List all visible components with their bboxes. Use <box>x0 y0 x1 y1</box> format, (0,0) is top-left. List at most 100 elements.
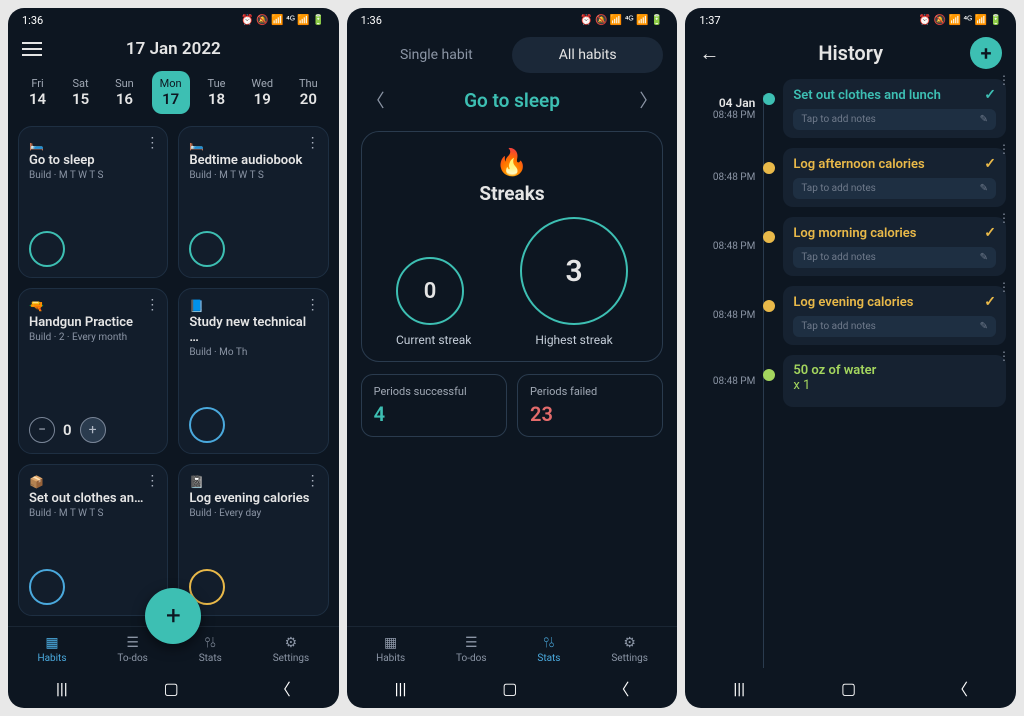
day-15[interactable]: Sat15 <box>64 71 97 114</box>
day-20[interactable]: Thu20 <box>291 71 326 114</box>
notes-field[interactable]: Tap to add notes✎ <box>793 316 996 337</box>
periods-success-value: 4 <box>374 402 494 426</box>
more-icon[interactable]: ⋮ <box>306 297 320 313</box>
recents-button[interactable]: ||| <box>56 679 68 698</box>
day-19[interactable]: Wed19 <box>243 71 281 114</box>
streaks-card: 🔥 Streaks 0 Current streak 3 Highest str… <box>361 131 664 362</box>
day-18[interactable]: Tue18 <box>200 71 234 114</box>
day-14[interactable]: Fri14 <box>21 71 54 114</box>
check-icon: ✓ <box>984 87 996 103</box>
habit-emoji: 🛏️ <box>29 137 157 151</box>
nav-icon: ☰ <box>117 635 147 651</box>
periods-fail-card: Periods failed 23 <box>517 374 663 437</box>
prev-habit-icon[interactable]: 〈 <box>367 87 385 113</box>
back-button[interactable]: 〈 <box>275 676 291 700</box>
history-card[interactable]: ⋮Log evening calories✓Tap to add notes✎ <box>783 286 1006 345</box>
habit-emoji: 🔫 <box>29 299 157 313</box>
timeline-dot <box>763 162 775 174</box>
history-title: Log evening calories✓ <box>793 294 996 310</box>
page-title: History <box>818 41 883 65</box>
habit-card[interactable]: ⋮🔫Handgun PracticeBuild · 2 · Every mont… <box>18 288 168 455</box>
nav-to-dos[interactable]: ☰To-dos <box>117 635 147 664</box>
history-item: 04 Jan08:48 PM⋮Set out clothes and lunch… <box>693 79 1006 138</box>
more-icon[interactable]: ⋮ <box>998 349 1010 363</box>
completion-circle[interactable] <box>189 231 225 267</box>
more-icon[interactable]: ⋮ <box>145 135 159 151</box>
more-icon[interactable]: ⋮ <box>306 473 320 489</box>
check-icon: ✓ <box>984 156 996 172</box>
more-icon[interactable]: ⋮ <box>998 73 1010 87</box>
tab-all-habits[interactable]: All habits <box>512 37 663 73</box>
more-icon[interactable]: ⋮ <box>145 297 159 313</box>
tab-single-habit[interactable]: Single habit <box>361 37 512 73</box>
status-time: 1:36 <box>22 14 43 27</box>
habit-card[interactable]: ⋮🛏️ Go to sleep Build · M T W T S <box>18 126 168 278</box>
completion-circle[interactable] <box>189 407 225 443</box>
completion-circle[interactable] <box>29 569 65 605</box>
more-icon[interactable]: ⋮ <box>998 211 1010 225</box>
android-nav-bar: ||| ▢ 〈 <box>8 668 339 708</box>
recents-button[interactable]: ||| <box>395 679 407 698</box>
habit-title: Bedtime audiobook <box>189 153 317 168</box>
habit-subtitle: Build · 2 · Every month <box>29 332 157 343</box>
nav-stats[interactable]: ⫯⫰Stats <box>199 635 222 664</box>
history-card[interactable]: ⋮Log morning calories✓Tap to add notes✎ <box>783 217 1006 276</box>
completion-circle[interactable] <box>29 231 65 267</box>
notes-field[interactable]: Tap to add notes✎ <box>793 178 996 199</box>
nav-settings[interactable]: ⚙Settings <box>273 635 310 664</box>
habit-subtitle: Build · M T W T S <box>29 170 157 181</box>
more-icon[interactable]: ⋮ <box>145 473 159 489</box>
nav-habits[interactable]: ▦Habits <box>37 635 66 664</box>
notes-field[interactable]: Tap to add notes✎ <box>793 247 996 268</box>
home-button[interactable]: ▢ <box>164 679 179 698</box>
pencil-icon: ✎ <box>980 114 988 125</box>
menu-icon[interactable] <box>22 42 42 56</box>
periods-fail-value: 23 <box>530 402 650 426</box>
check-icon: ✓ <box>984 225 996 241</box>
more-icon[interactable]: ⋮ <box>998 280 1010 294</box>
home-button[interactable]: ▢ <box>502 679 517 698</box>
flame-icon: 🔥 <box>372 148 653 178</box>
nav-to-dos[interactable]: ☰To-dos <box>456 635 486 664</box>
add-button[interactable]: + <box>970 37 1002 69</box>
add-button[interactable]: + <box>145 588 201 644</box>
header: ← History + <box>685 33 1016 73</box>
back-button[interactable]: 〈 <box>613 676 629 700</box>
habit-card[interactable]: ⋮📘Study new technical …Build · Mo Th <box>178 288 328 455</box>
more-icon[interactable]: ⋮ <box>998 142 1010 156</box>
plus-button[interactable]: + <box>80 417 106 443</box>
habit-subtitle: Build · Every day <box>189 508 317 519</box>
status-time: 1:36 <box>361 14 382 27</box>
nav-stats[interactable]: ⫯⫰Stats <box>537 635 560 664</box>
nav-settings[interactable]: ⚙Settings <box>611 635 648 664</box>
home-button[interactable]: ▢ <box>841 679 856 698</box>
highest-streak-label: Highest streak <box>520 333 628 347</box>
habit-title: Study new technical … <box>189 315 317 345</box>
counter-value: 0 <box>63 421 72 439</box>
history-title: Log morning calories✓ <box>793 225 996 241</box>
notes-field[interactable]: Tap to add notes✎ <box>793 109 996 130</box>
recents-button[interactable]: ||| <box>733 679 745 698</box>
screen-stats: 1:36 ⏰ 🔕 📶 ⁴ᴳ 📶 🔋 Single habitAll habits… <box>347 8 678 708</box>
current-streak-label: Current streak <box>396 333 471 347</box>
history-card[interactable]: ⋮50 oz of waterx 1 <box>783 355 1006 407</box>
habit-card[interactable]: ⋮🛏️Bedtime audiobookBuild · M T W T S <box>178 126 328 278</box>
habit-card[interactable]: ⋮📦Set out clothes an…Build · M T W T S <box>18 464 168 616</box>
history-card[interactable]: ⋮Set out clothes and lunch✓Tap to add no… <box>783 79 1006 138</box>
more-icon[interactable]: ⋮ <box>306 135 320 151</box>
back-icon[interactable]: ← <box>699 41 719 66</box>
habit-emoji: 📓 <box>189 475 317 489</box>
habit-title: Go to sleep <box>29 153 157 168</box>
habit-name: Go to sleep <box>464 89 560 112</box>
habit-card[interactable]: ⋮📓Log evening caloriesBuild · Every day <box>178 464 328 616</box>
nav-habits[interactable]: ▦Habits <box>376 635 405 664</box>
history-card[interactable]: ⋮Log afternoon calories✓Tap to add notes… <box>783 148 1006 207</box>
day-17[interactable]: Mon17 <box>152 71 190 114</box>
nav-icon: ☰ <box>456 635 486 651</box>
minus-button[interactable]: − <box>29 417 55 443</box>
day-16[interactable]: Sun16 <box>107 71 142 114</box>
history-timestamp: 08:48 PM <box>693 217 755 276</box>
next-habit-icon[interactable]: 〉 <box>639 87 657 113</box>
screen-habits-home: 1:36 ⏰ 🔕 📶 ⁴ᴳ 📶 🔋 17 Jan 2022 Fri14Sat15… <box>8 8 339 708</box>
back-button[interactable]: 〈 <box>952 676 968 700</box>
